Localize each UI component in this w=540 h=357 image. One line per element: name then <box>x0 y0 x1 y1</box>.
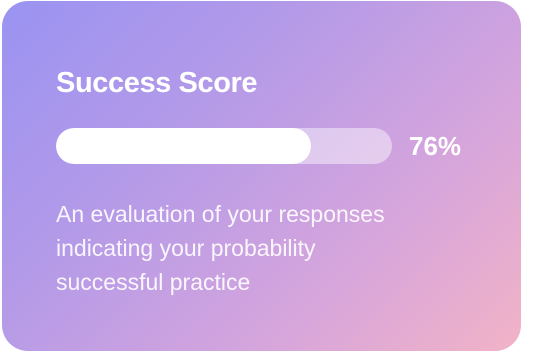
success-score-card: Success Score 76% An evaluation of your … <box>2 1 521 351</box>
card-title: Success Score <box>56 67 258 99</box>
progress-fill <box>56 128 311 164</box>
progress-track <box>56 128 392 164</box>
progress-row: 76% <box>56 128 476 164</box>
card-description: An evaluation of your responses indicati… <box>56 201 385 295</box>
progress-percentage: 76% <box>409 131 462 161</box>
